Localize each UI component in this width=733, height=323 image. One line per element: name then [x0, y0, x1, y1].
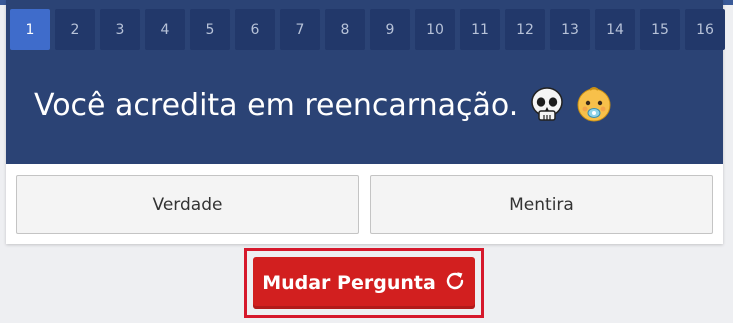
answer-options: Verdade Mentira [16, 175, 713, 234]
tab-question-7[interactable]: 7 [280, 9, 320, 50]
tab-question-4[interactable]: 4 [145, 9, 185, 50]
tab-question-3[interactable]: 3 [100, 9, 140, 50]
tab-question-5[interactable]: 5 [190, 9, 230, 50]
question-text-row: Você acredita em reencarnação. [34, 86, 612, 124]
tab-question-8[interactable]: 8 [325, 9, 365, 50]
question-tabs: 1 2 3 4 5 6 7 8 9 10 11 12 13 14 15 16 [10, 9, 725, 50]
tab-question-6[interactable]: 6 [235, 9, 275, 50]
question-text: Você acredita em reencarnação. [34, 87, 519, 123]
tab-question-11[interactable]: 11 [460, 9, 500, 50]
skull-icon [530, 87, 564, 123]
change-question-button[interactable]: Mudar Pergunta [253, 257, 475, 309]
change-question-highlight: Mudar Pergunta [244, 248, 484, 318]
tab-question-13[interactable]: 13 [550, 9, 590, 50]
tab-question-16[interactable]: 16 [685, 9, 725, 50]
false-button[interactable]: Mentira [370, 175, 713, 234]
tab-question-14[interactable]: 14 [595, 9, 635, 50]
question-card: 1 2 3 4 5 6 7 8 9 10 11 12 13 14 15 16 V… [6, 0, 725, 244]
true-button[interactable]: Verdade [16, 175, 359, 234]
change-question-label: Mudar Pergunta [262, 272, 436, 294]
tab-question-10[interactable]: 10 [415, 9, 455, 50]
refresh-icon [444, 270, 466, 297]
question-header: 1 2 3 4 5 6 7 8 9 10 11 12 13 14 15 16 V… [6, 0, 725, 164]
tab-question-12[interactable]: 12 [505, 9, 545, 50]
baby-icon [576, 86, 612, 124]
tab-question-2[interactable]: 2 [55, 9, 95, 50]
tab-question-15[interactable]: 15 [640, 9, 680, 50]
tab-question-9[interactable]: 9 [370, 9, 410, 50]
tab-question-1[interactable]: 1 [10, 9, 50, 50]
